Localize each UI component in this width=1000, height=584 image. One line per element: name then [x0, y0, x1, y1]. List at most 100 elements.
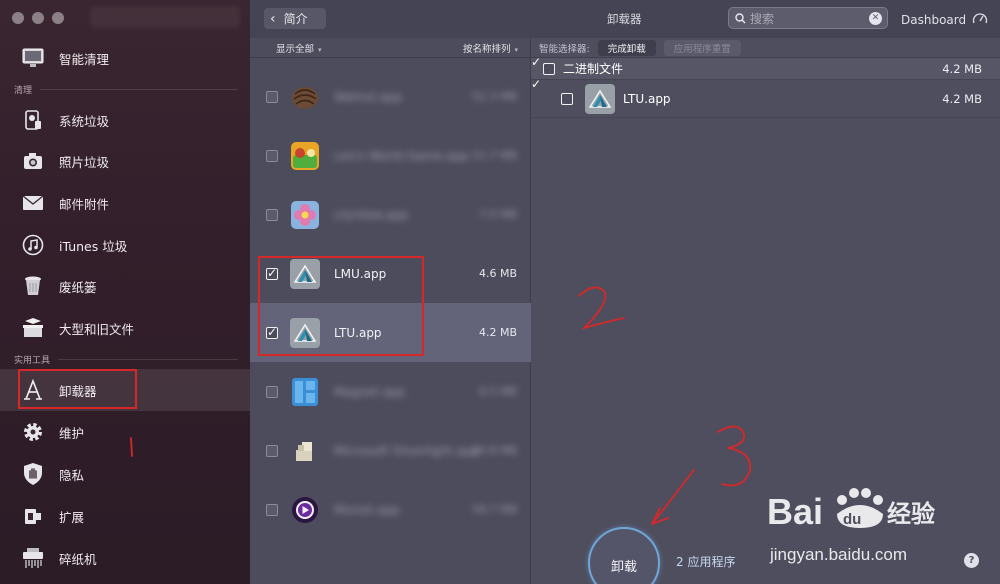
page-title: 卸载器 [607, 12, 642, 26]
sidebar-item-uninstaller[interactable]: 卸载器 [0, 369, 250, 411]
back-button[interactable]: ‹ 简介 [264, 8, 326, 29]
sidebar-item-shredder[interactable]: 碎纸机 [0, 537, 250, 579]
gauge-icon [972, 11, 988, 28]
sidebar-item-label: 扩展 [59, 509, 85, 525]
section-tools: 实用工具 [14, 353, 238, 366]
app-name: LTU.app [334, 325, 382, 340]
sidebar-item-photo-junk[interactable]: 照片垃圾 [0, 140, 250, 182]
sidebar-item-maintenance[interactable]: 维护 [0, 411, 250, 453]
uninstall-label: 卸载 [610, 560, 637, 575]
sidebar-item-label: 隐私 [59, 467, 85, 483]
camera-icon [20, 148, 46, 174]
sidebar-item-system-junk[interactable]: 系统垃圾 [0, 99, 250, 141]
filter-dropdown[interactable]: 显示全部 ▾ [276, 41, 322, 55]
watermark-url: jingyan.baidu.com [770, 545, 908, 564]
sidebar-item-privacy[interactable]: 隐私 [0, 453, 250, 495]
sidebar-item-trash[interactable]: 废纸篓 [0, 265, 250, 307]
app-row[interactable]: Movist.app 58.7 MB [250, 480, 531, 539]
flower-icon [290, 200, 320, 230]
sidebar-item-extensions[interactable]: 扩展 [0, 495, 250, 537]
uninstaller-icon [20, 377, 46, 403]
sort-label: 按名称排列 [462, 43, 511, 55]
file-size: 4.2 MB [942, 91, 982, 106]
file-row[interactable]: LTU.app 4.2 MB [531, 80, 1000, 118]
app-size: 6.5 MB [478, 385, 517, 398]
sidebar-item-itunes-junk[interactable]: iTunes 垃圾 [0, 224, 250, 266]
app-checkbox[interactable] [266, 503, 278, 516]
app-row-ltu[interactable]: LTU.app 4.2 MB [250, 303, 531, 362]
app-checkbox[interactable] [266, 149, 278, 162]
app-row[interactable]: Leo's World Game.app 21.7 MB [250, 126, 531, 185]
walnut-icon [290, 82, 320, 112]
app-checkbox[interactable] [266, 444, 278, 457]
search-field[interactable]: 搜索 ✕ [728, 7, 888, 29]
minimize-window-button[interactable] [32, 12, 44, 24]
app-row-lmu[interactable]: LMU.app 4.6 MB [250, 244, 531, 303]
caret-down-icon: ▾ [514, 45, 518, 54]
window-controls [12, 12, 64, 24]
app-size: 26.8 MB [471, 444, 517, 457]
back-button-label: 简介 [283, 12, 308, 26]
smart-selector-bar: 智能选择器: 完成卸载 应用程序重置 [531, 38, 1000, 58]
filter-label: 显示全部 [276, 43, 315, 55]
app-checkbox[interactable] [266, 385, 278, 398]
game-icon [290, 141, 320, 171]
group-label: 二进制文件 [563, 62, 624, 76]
app-name: Movist.app [334, 502, 400, 517]
extension-icon [20, 503, 46, 529]
autodesk-icon [290, 258, 320, 289]
clear-search-icon[interactable]: ✕ [869, 12, 882, 25]
complete-uninstall-tab[interactable]: 完成卸载 [597, 39, 656, 56]
app-checkbox[interactable] [266, 208, 278, 221]
sidebar: 智能清理 清理 系统垃圾 照片垃圾 邮件附件 iTunes 垃圾 废纸篓 大型和… [0, 0, 250, 584]
app-name: Magnet.app [334, 384, 406, 399]
sidebar-item-label: 废纸篓 [59, 279, 97, 295]
autodesk-icon [585, 83, 615, 114]
privacy-hand-icon [20, 461, 46, 487]
shredder-icon [20, 545, 46, 571]
search-input[interactable]: 搜索 [750, 10, 774, 27]
zoom-window-button[interactable] [52, 12, 64, 24]
app-size: 21.7 MB [471, 149, 517, 162]
group-checkbox-checked[interactable] [543, 62, 555, 75]
app-checkbox-checked[interactable] [266, 325, 278, 339]
sidebar-item-label: iTunes 垃圾 [59, 238, 128, 254]
close-window-button[interactable] [12, 12, 24, 24]
sidebar-item-smart-cleanup[interactable]: 智能清理 [0, 37, 250, 79]
sidebar-item-mail-attachments[interactable]: 邮件附件 [0, 182, 250, 224]
sort-dropdown[interactable]: 按名称排列 ▾ [463, 41, 518, 55]
app-row[interactable]: Walnut.app 52.3 MB [250, 67, 531, 126]
app-row[interactable]: Magnet.app 6.5 MB [250, 362, 531, 421]
blue-app-icon [290, 377, 320, 407]
app-size: 4.6 MB [478, 267, 517, 280]
app-row[interactable]: LilyView.app 7.0 MB [250, 185, 531, 244]
app-row[interactable]: Microsoft Silverlight.app 26.8 MB [250, 421, 531, 480]
dashboard-button[interactable]: Dashboard [901, 11, 988, 28]
box-icon [20, 315, 46, 341]
chevron-left-icon: ‹ [270, 10, 276, 27]
autodesk-icon [290, 317, 320, 348]
app-name: LMU.app [334, 266, 387, 281]
app-checkbox[interactable] [266, 90, 278, 103]
app-name: LilyView.app [334, 207, 409, 222]
file-checkbox-checked[interactable] [561, 92, 573, 105]
app-reset-tab[interactable]: 应用程序重置 [663, 39, 741, 56]
gear-icon [20, 419, 46, 445]
app-list-header: 显示全部 ▾ 按名称排列 ▾ [250, 38, 530, 58]
group-size: 4.2 MB [942, 61, 982, 76]
app-title-blurred [90, 6, 240, 28]
mail-icon [20, 190, 46, 216]
app-name: Leo's World Game.app [334, 148, 469, 163]
sidebar-item-large-old-files[interactable]: 大型和旧文件 [0, 307, 250, 349]
section-cleanup: 清理 [14, 83, 238, 96]
binaries-group-row[interactable]: 二进制文件 4.2 MB [531, 58, 1000, 80]
app-size: 4.2 MB [478, 326, 517, 339]
search-icon [735, 9, 746, 28]
music-icon [20, 232, 46, 258]
sidebar-item-label: 大型和旧文件 [59, 321, 135, 337]
sidebar-item-label: 照片垃圾 [59, 154, 110, 170]
help-button[interactable]: ? [964, 553, 979, 568]
sidebar-item-label: 智能清理 [59, 51, 110, 67]
sidebar-item-label: 系统垃圾 [59, 113, 110, 129]
app-checkbox-checked[interactable] [266, 266, 278, 280]
